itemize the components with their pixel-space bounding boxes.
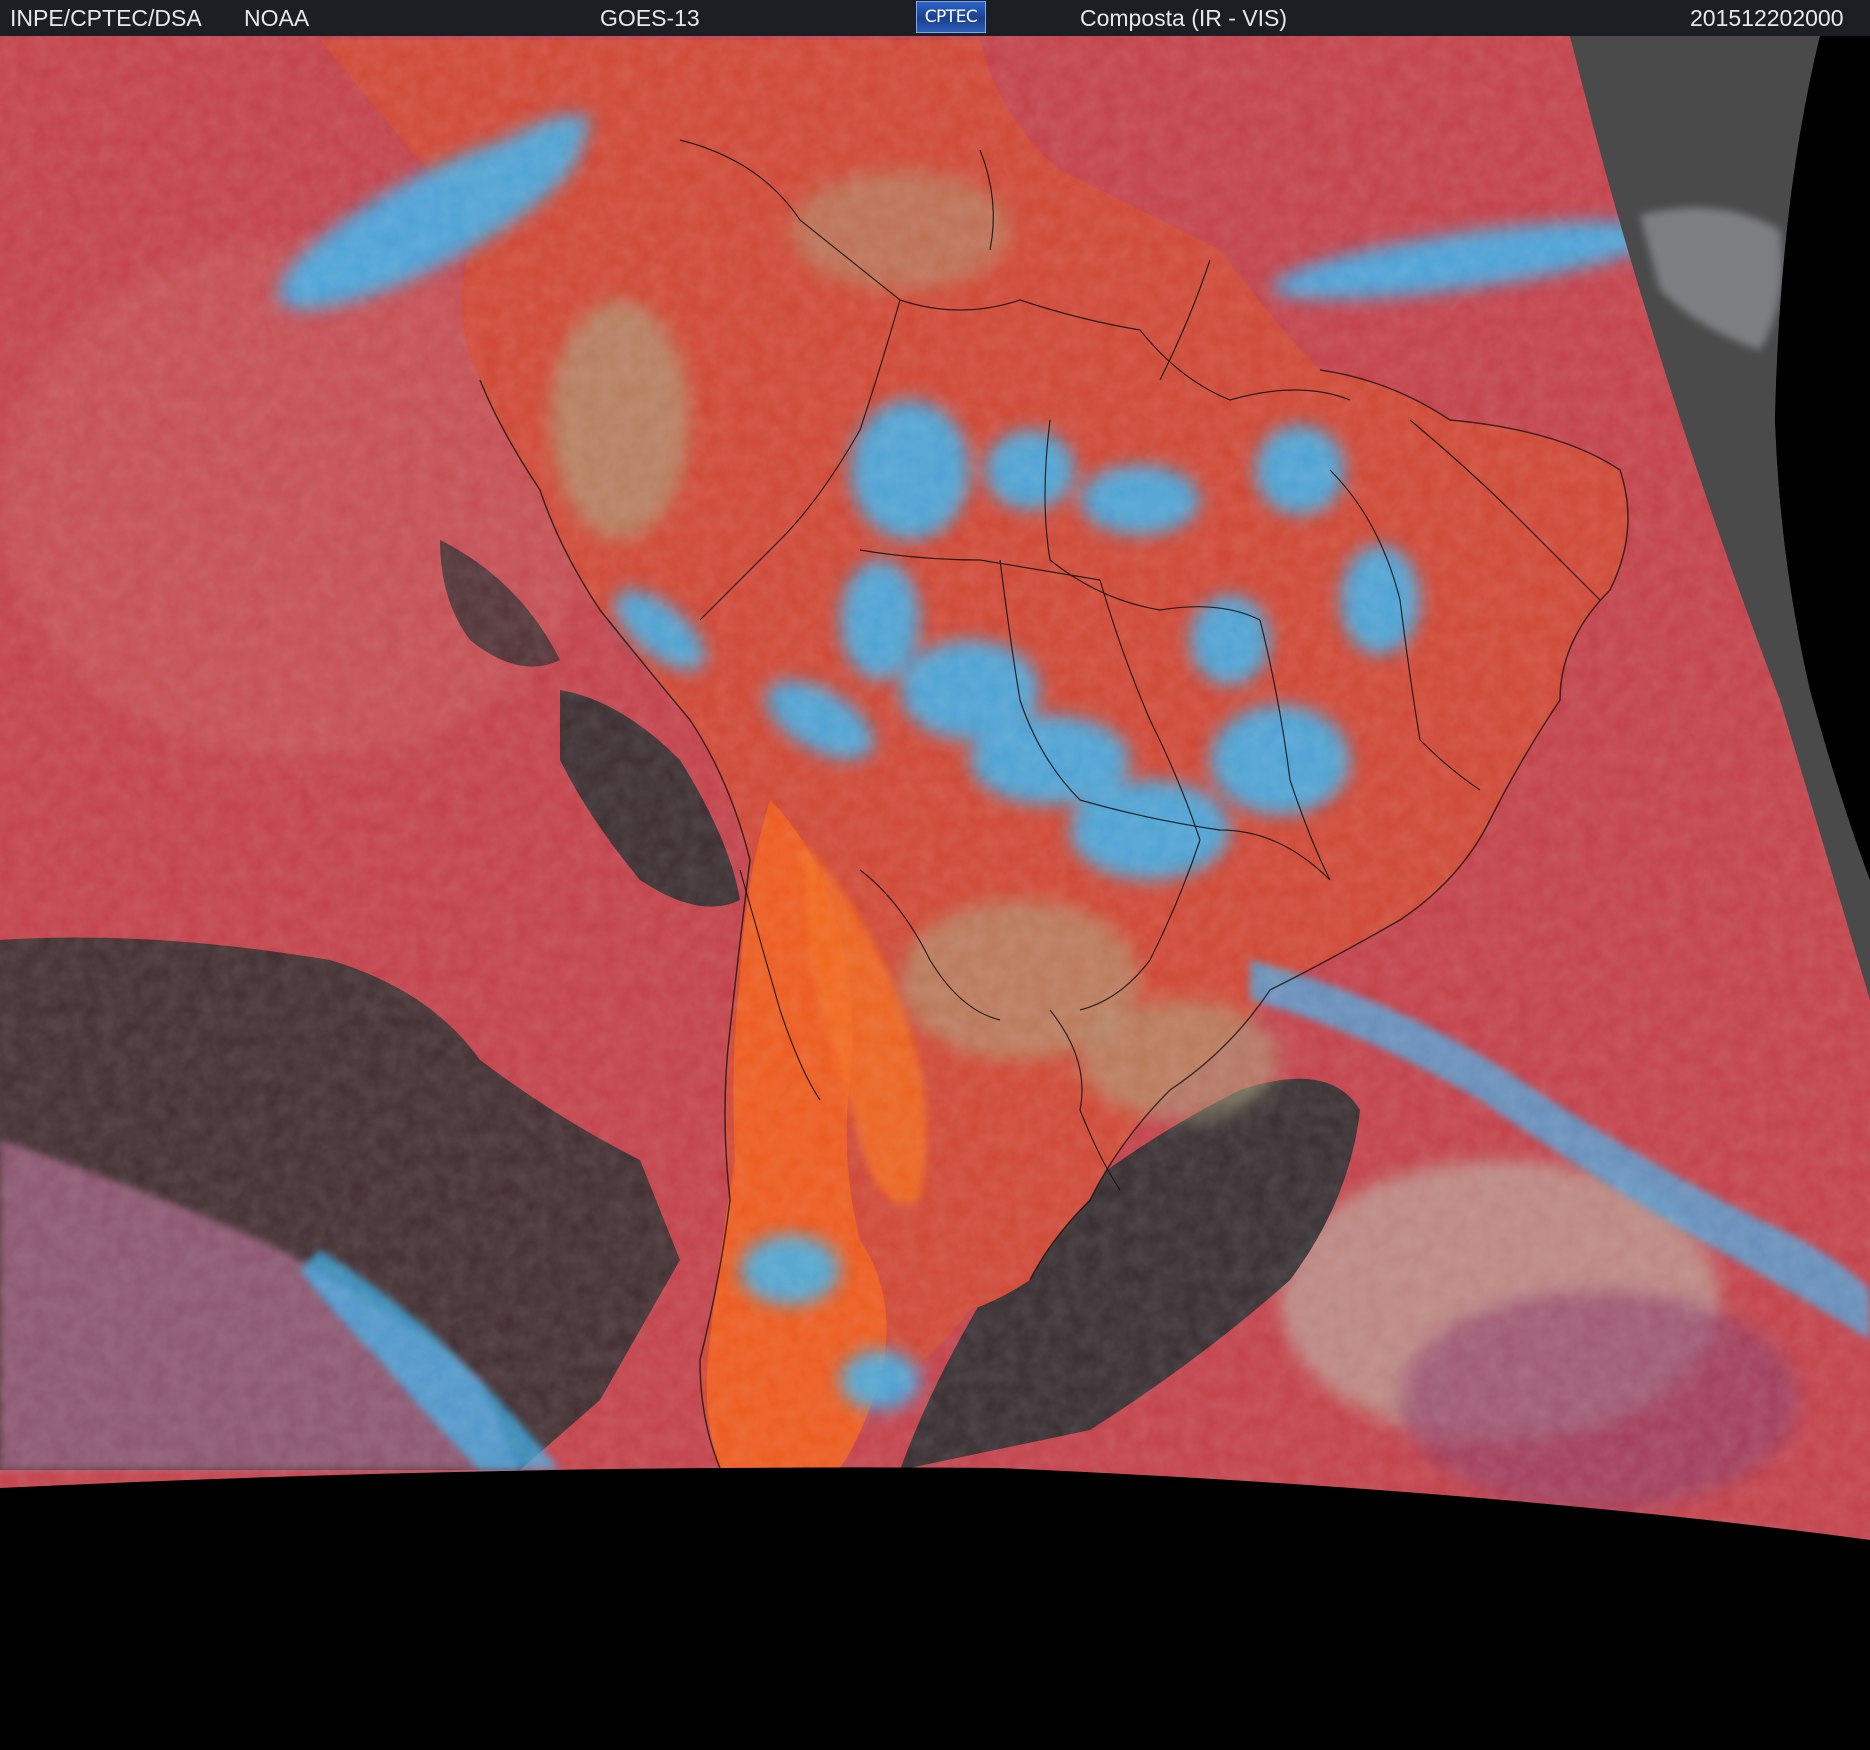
header-bar: INPE/CPTEC/DSA NOAA GOES-13 CPTEC Compos…	[0, 0, 1870, 36]
satellite-image-frame: INPE/CPTEC/DSA NOAA GOES-13 CPTEC Compos…	[0, 0, 1870, 1750]
timestamp-label: 201512202000	[1690, 5, 1844, 31]
agency-label: INPE/CPTEC/DSA	[10, 5, 202, 31]
partner-label: NOAA	[244, 5, 310, 31]
satellite-composite-map	[0, 36, 1870, 1540]
logo-text: CPTEC	[924, 7, 978, 27]
cptec-logo: CPTEC	[916, 1, 986, 33]
satellite-label: GOES-13	[600, 5, 700, 31]
product-label: Composta (IR - VIS)	[1080, 5, 1288, 31]
